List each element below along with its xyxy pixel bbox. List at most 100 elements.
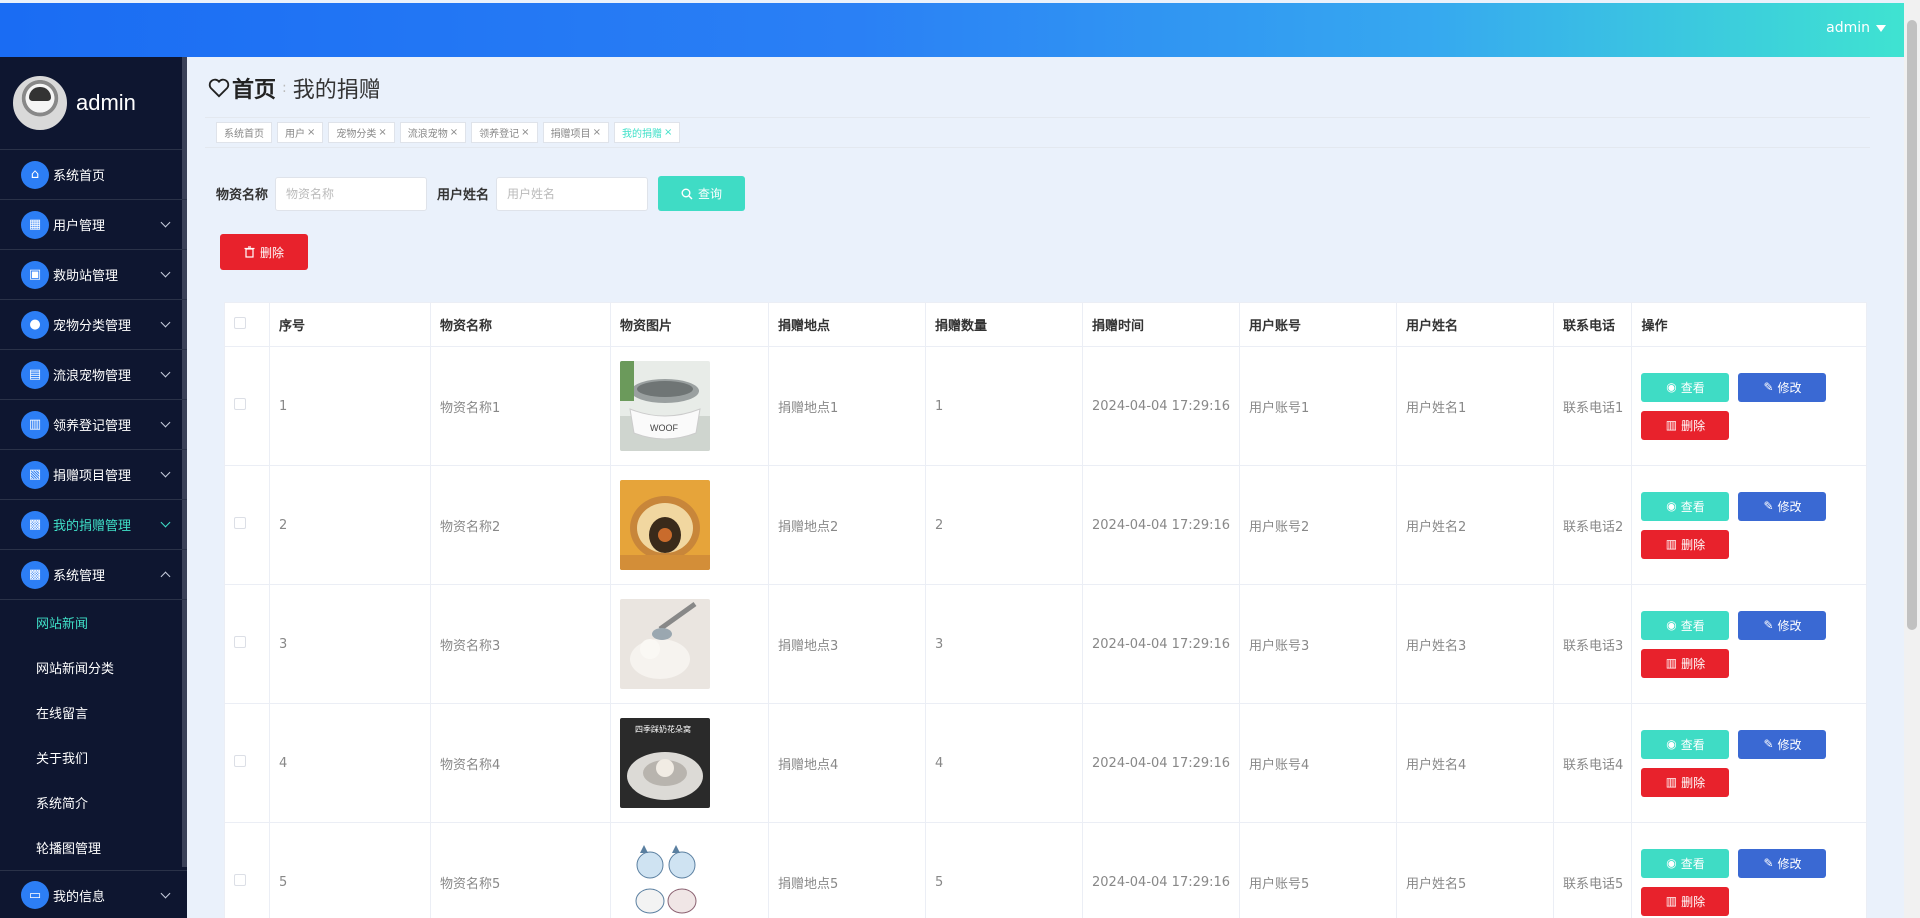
pencil-icon: ✎ bbox=[1763, 380, 1774, 394]
sidebar-item-9[interactable]: ▩ 系统管理 bbox=[0, 550, 187, 600]
eye-icon: ◉ bbox=[1666, 856, 1677, 870]
view-button[interactable]: ◉ 查看 bbox=[1641, 729, 1730, 759]
row-checkbox[interactable] bbox=[234, 398, 246, 410]
view-button[interactable]: ◉ 查看 bbox=[1641, 848, 1730, 878]
view-label: 查看 bbox=[1680, 499, 1705, 514]
cell-place: 捐赠地点4 bbox=[768, 703, 926, 823]
delete-button[interactable]: ▥ 删除 bbox=[1641, 648, 1730, 678]
row-actions: ◉ 查看 ✎ 修改 ▥ 删除 bbox=[1641, 848, 1841, 916]
tab-3[interactable]: 宠物分类 × bbox=[328, 122, 395, 143]
page-scrollbar[interactable] bbox=[1904, 0, 1920, 918]
tab-2[interactable]: 用户 × bbox=[277, 122, 324, 143]
edit-button[interactable]: ✎ 修改 bbox=[1738, 848, 1827, 878]
sidebar-subitem-6[interactable]: 轮播图管理 bbox=[0, 825, 187, 870]
sidebar-item-6[interactable]: ▥ 领养登记管理 bbox=[0, 400, 187, 450]
delete-button[interactable]: ▥ 删除 bbox=[1641, 886, 1730, 916]
sidebar-item-7[interactable]: ▧ 捐赠项目管理 bbox=[0, 450, 187, 500]
breadcrumb-home[interactable]: 首页 bbox=[208, 72, 276, 104]
tab-1[interactable]: 系统首页 bbox=[216, 122, 272, 143]
edit-button[interactable]: ✎ 修改 bbox=[1738, 610, 1827, 640]
tab-7[interactable]: 我的捐赠 × bbox=[613, 122, 681, 143]
tab-label: 用户 bbox=[285, 129, 305, 140]
tab-4[interactable]: 流浪宠物 × bbox=[399, 122, 467, 143]
cell-time: 2024-04-04 17:29:16 bbox=[1082, 465, 1240, 585]
view-button[interactable]: ◉ 查看 bbox=[1641, 491, 1730, 521]
clipboard-icon: ▤ bbox=[21, 360, 49, 389]
user-name-input[interactable] bbox=[496, 176, 649, 211]
chevron-down-icon bbox=[160, 367, 171, 378]
close-icon[interactable]: × bbox=[593, 127, 601, 138]
column-header: 用户姓名 bbox=[1396, 302, 1554, 347]
search-button[interactable]: 查询 bbox=[658, 176, 746, 211]
sidebar-item-5[interactable]: ▤ 流浪宠物管理 bbox=[0, 350, 187, 400]
close-icon[interactable]: × bbox=[378, 127, 386, 138]
column-header: 物资名称 bbox=[430, 302, 611, 347]
view-label: 查看 bbox=[1680, 618, 1705, 633]
breadcrumb-home-label: 首页 bbox=[232, 78, 277, 103]
row-checkbox[interactable] bbox=[234, 874, 246, 886]
delete-button[interactable]: ▥ 删除 bbox=[1641, 410, 1730, 440]
delete-button[interactable]: ▥ 删除 bbox=[1641, 529, 1730, 559]
search-form: 物资名称 用户姓名 查询 bbox=[216, 176, 746, 211]
actions-cell: ◉ 查看 ✎ 修改 ▥ 删除 bbox=[1631, 465, 1867, 585]
view-label: 查看 bbox=[1680, 856, 1705, 871]
delete-label: 删除 bbox=[1681, 537, 1706, 552]
grid-icon: ▩ bbox=[21, 510, 49, 539]
trash-icon: ▥ bbox=[1665, 656, 1678, 670]
close-icon[interactable]: × bbox=[664, 127, 672, 138]
sidebar-subitem-4[interactable]: 关于我们 bbox=[0, 735, 187, 780]
select-all-checkbox[interactable] bbox=[234, 316, 246, 329]
cell-place: 捐赠地点5 bbox=[768, 822, 926, 918]
close-icon[interactable]: × bbox=[521, 127, 529, 138]
eye-icon: ◉ bbox=[1666, 380, 1677, 394]
column-header: 捐赠时间 bbox=[1082, 302, 1240, 347]
view-button[interactable]: ◉ 查看 bbox=[1641, 610, 1730, 640]
sidebar-item-label: 系统首页 bbox=[53, 169, 106, 184]
cell-uname: 用户姓名5 bbox=[1396, 822, 1554, 918]
delete-label: 删除 bbox=[1681, 418, 1706, 433]
edit-button[interactable]: ✎ 修改 bbox=[1738, 372, 1827, 402]
sidebar-item-8[interactable]: ▩ 我的捐赠管理 bbox=[0, 500, 187, 550]
sidebar-item-my-info[interactable]: ▭ 我的信息 bbox=[0, 870, 187, 918]
sidebar-username: admin bbox=[76, 90, 136, 115]
tab-6[interactable]: 捐赠项目 × bbox=[542, 122, 609, 143]
cell-qty: 5 bbox=[925, 822, 1083, 918]
sidebar: admin ⌂ 系统首页 ▦ 用户管理 ▣ 救助站管理 ● 宠物分类管理 ▤ 流浪宠物管理 ▥ 领养登… bbox=[0, 57, 187, 918]
row-checkbox-cell bbox=[224, 465, 270, 585]
row-checkbox[interactable] bbox=[234, 755, 246, 767]
close-icon[interactable]: × bbox=[450, 127, 458, 138]
sidebar-item-1[interactable]: ⌂ 系统首页 bbox=[0, 150, 187, 200]
image-cell: WOOF bbox=[610, 346, 769, 466]
sidebar-subitem-3[interactable]: 在线留言 bbox=[0, 690, 187, 735]
scrollbar-thumb[interactable] bbox=[1907, 20, 1917, 630]
view-label: 查看 bbox=[1680, 380, 1705, 395]
row-checkbox[interactable] bbox=[234, 636, 246, 648]
tab-5[interactable]: 领养登记 × bbox=[471, 122, 538, 143]
user-dropdown[interactable]: admin bbox=[1826, 20, 1886, 36]
sidebar-subitem-5[interactable]: 系统简介 bbox=[0, 780, 187, 825]
sidebar-subitem-1[interactable]: 网站新闻 bbox=[0, 600, 187, 645]
chevron-down-icon bbox=[160, 267, 171, 278]
row-checkbox[interactable] bbox=[234, 517, 246, 529]
material-name-input[interactable] bbox=[275, 176, 428, 211]
bulk-delete-button[interactable]: 删除 bbox=[220, 234, 308, 270]
sidebar-menu: ⌂ 系统首页 ▦ 用户管理 ▣ 救助站管理 ● 宠物分类管理 ▤ 流浪宠物管理 ▥ 领养登记管理 ▧ 捐赠… bbox=[0, 150, 187, 918]
cell-qty: 2 bbox=[925, 465, 1083, 585]
sidebar-item-2[interactable]: ▦ 用户管理 bbox=[0, 200, 187, 250]
edit-button[interactable]: ✎ 修改 bbox=[1738, 491, 1827, 521]
close-icon[interactable]: × bbox=[307, 127, 315, 138]
pencil-icon: ✎ bbox=[1763, 737, 1774, 751]
edit-button[interactable]: ✎ 修改 bbox=[1738, 729, 1827, 759]
pet-house-image bbox=[620, 480, 710, 570]
row-actions: ◉ 查看 ✎ 修改 ▥ 删除 bbox=[1641, 610, 1841, 678]
view-button[interactable]: ◉ 查看 bbox=[1641, 372, 1730, 402]
delete-button[interactable]: ▥ 删除 bbox=[1641, 767, 1730, 797]
sidebar-item-4[interactable]: ● 宠物分类管理 bbox=[0, 300, 187, 350]
cell-uname: 用户姓名4 bbox=[1396, 703, 1554, 823]
pencil-icon: ✎ bbox=[1763, 499, 1774, 513]
sidebar-item-3[interactable]: ▣ 救助站管理 bbox=[0, 250, 187, 300]
sidebar-subitem-2[interactable]: 网站新闻分类 bbox=[0, 645, 187, 690]
image-cell bbox=[610, 465, 769, 585]
column-header: 捐赠地点 bbox=[768, 302, 926, 347]
cell-account: 用户账号3 bbox=[1239, 584, 1397, 704]
